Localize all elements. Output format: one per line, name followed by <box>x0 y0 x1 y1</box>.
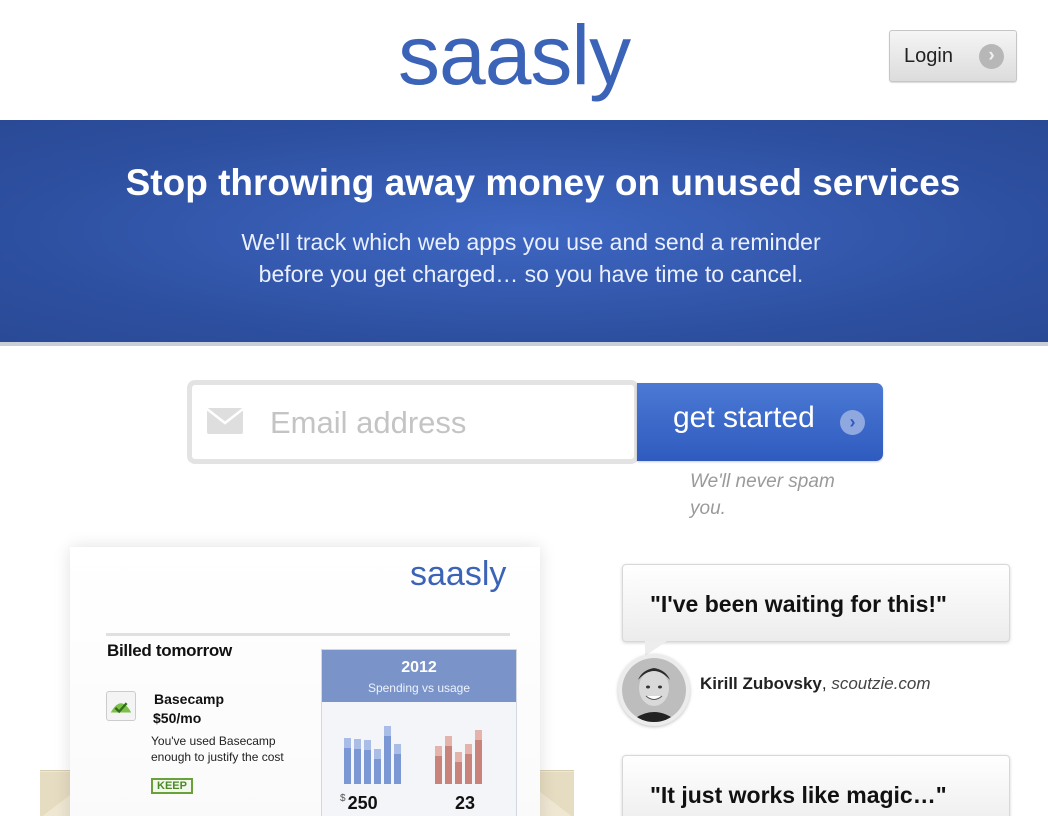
usage-bar <box>435 746 442 784</box>
avatar <box>618 654 690 726</box>
spending-usage-bars <box>340 720 510 784</box>
keep-badge: KEEP <box>151 778 193 794</box>
app-usage-note: You've used Basecamp enough to justify t… <box>151 734 284 764</box>
get-started-label: get started <box>673 401 815 434</box>
stats-panel: 2012 Spending vs usage $250 23 <box>321 649 517 816</box>
arrow-right-icon: › <box>840 410 865 435</box>
spend-value: 250 <box>347 793 378 813</box>
usage-bar <box>465 744 472 784</box>
spending-bar <box>344 738 351 784</box>
billed-heading: Billed tomorrow <box>107 641 232 660</box>
stats-year: 2012 <box>401 659 437 676</box>
get-started-button[interactable]: get started › <box>637 383 883 461</box>
usage-bar <box>475 730 482 784</box>
usage-bar <box>455 752 462 784</box>
login-button[interactable]: Login › <box>889 30 1017 82</box>
currency-symbol: $ <box>340 793 346 804</box>
testimonial-author: Kirill Zubovsky, scoutzie.com <box>700 674 931 693</box>
hero-subtitle: We'll track which web apps you use and s… <box>0 226 1048 290</box>
hero-subtitle-line-1: We'll track which web apps you use and s… <box>241 229 821 255</box>
app-name: Basecamp <box>154 691 225 707</box>
usage-total: 23 <box>455 793 476 813</box>
basecamp-icon <box>106 691 136 721</box>
spam-note: We'll never spam you. <box>690 471 835 519</box>
divider <box>106 633 510 636</box>
testimonial-bubble-2: "It just works like magic…" <box>622 755 1010 816</box>
site-header: saasly Login › <box>0 0 1048 120</box>
author-site: scoutzie.com <box>831 674 931 693</box>
spending-bar <box>364 740 371 784</box>
app-price: $50/mo <box>153 710 202 726</box>
login-label: Login <box>904 44 953 67</box>
spending-bar <box>374 749 381 784</box>
usage-bar <box>445 736 452 784</box>
spending-bar <box>384 726 391 784</box>
saasly-logo[interactable]: saasly <box>398 0 658 110</box>
spending-bar <box>394 744 401 784</box>
stats-header: 2012 Spending vs usage <box>322 650 516 702</box>
author-name: Kirill Zubovsky <box>700 674 822 693</box>
person-avatar-icon <box>622 658 686 722</box>
email-field-container <box>187 380 639 464</box>
testimonial-quote: "It just works like magic…" <box>650 782 947 808</box>
testimonial-quote: "I've been waiting for this!" <box>650 591 947 617</box>
spending-bar <box>354 739 361 784</box>
spend-total: $250 <box>340 793 378 814</box>
arrow-right-icon: › <box>979 44 1004 69</box>
stats-label: Spending vs usage <box>367 681 471 695</box>
envelope-icon <box>206 408 244 434</box>
hero-subtitle-line-2: before you get charged… so you have time… <box>258 261 804 287</box>
hero-title: Stop throwing away money on unused servi… <box>125 162 961 203</box>
email-input[interactable] <box>270 401 620 445</box>
email-preview-card: saasly Billed tomorrow Basecamp $50/mo Y… <box>70 547 540 816</box>
hero-banner: Stop throwing away money on unused servi… <box>0 120 1048 346</box>
testimonial-bubble-1: "I've been waiting for this!" <box>622 564 1010 656</box>
card-saasly-logo: saasly <box>410 555 507 593</box>
